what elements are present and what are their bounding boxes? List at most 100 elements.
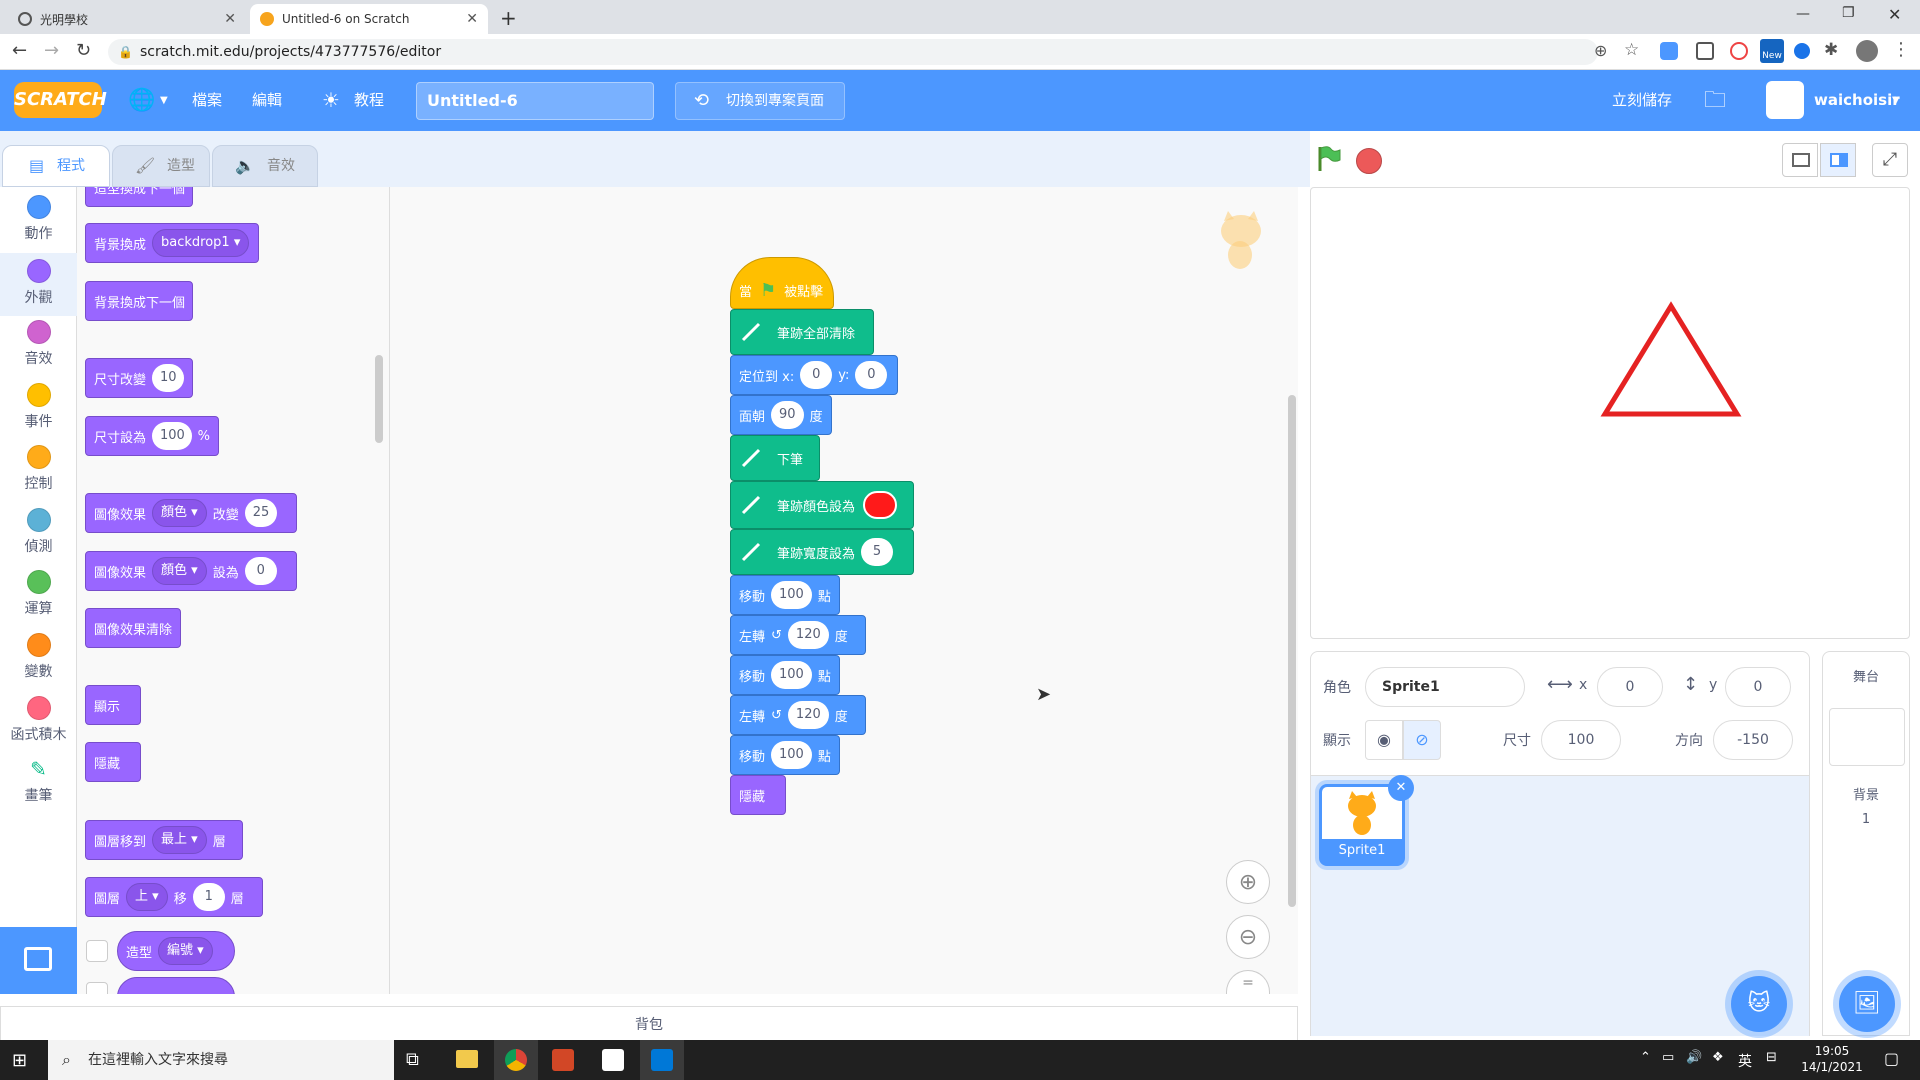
choose-sprite-button[interactable]: 🐱 [1731,976,1787,1032]
edit-menu[interactable]: 編輯 [252,70,282,131]
forward-icon[interactable]: → [44,40,59,61]
tab-code[interactable]: ▤ 程式 [2,145,110,187]
number-input[interactable]: 100 [152,422,192,450]
sprite-tile[interactable]: Sprite1 ✕ [1319,775,1414,866]
palette-block-set-effect[interactable]: 圖像效果 顏色 ▾ 設為 0 [85,551,297,591]
script-block-point-direction[interactable]: 面朝 90 度 [730,395,832,435]
script-block-hide[interactable]: 隱藏 [730,775,786,815]
restore-icon[interactable]: ❐ [1842,5,1855,21]
stop-icon[interactable] [1356,148,1382,174]
palette-block-go-to-layer[interactable]: 圖層移到 最上 ▾ 層 [85,820,243,860]
show-visible-button[interactable]: ◉ [1365,720,1403,760]
zoom-icon[interactable]: ⊕ [1594,41,1607,60]
palette-block-hide[interactable]: 隱藏 [85,742,141,782]
zoom-out-button[interactable]: ⊖ [1226,915,1270,959]
number-input[interactable]: 25 [244,499,278,527]
number-input[interactable]: 10 [152,364,185,392]
project-title-input[interactable]: Untitled-6 [416,82,654,120]
browser-tab-1[interactable]: 光明學校 ✕ [8,4,246,34]
see-project-page-button[interactable]: ⟲ 切換到專案頁面 [675,82,845,120]
profile-avatar-icon[interactable] [1856,40,1878,62]
number-input[interactable]: 90 [771,401,804,429]
clock[interactable]: 19:05 14/1/2021 [1800,1043,1864,1075]
extension-grid-icon[interactable] [1696,42,1714,60]
category-operators[interactable]: 運算 [0,570,77,628]
y-input[interactable]: 0 [1725,667,1791,707]
user-avatar[interactable] [1766,81,1804,119]
palette-block-change-effect[interactable]: 圖像效果 顏色 ▾ 改變 25 [85,493,297,533]
save-now-button[interactable]: 立刻儲存 [1612,70,1672,131]
number-input[interactable]: 100 [771,741,812,769]
script-block-when-flag-clicked[interactable]: 當 ⚑ 被點擊 [730,257,834,309]
minimize-icon[interactable]: — [1796,6,1810,22]
costume-dropdown[interactable]: 編號 ▾ [158,937,213,965]
palette-block-change-size[interactable]: 尺寸改變 10 [85,358,193,398]
url-field[interactable]: 🔒 scratch.mit.edu/projects/473777576/edi… [108,39,1598,65]
script-block-move[interactable]: 移動 100 點 [730,575,840,615]
category-variables[interactable]: 變數 [0,633,77,691]
effect-dropdown[interactable]: 顏色 ▾ [152,557,207,585]
x-input[interactable]: 0 [1597,667,1663,707]
taskbar-search-input[interactable]: ⌕ 在這裡輸入文字來搜尋 [48,1040,394,1080]
extension-icon[interactable] [1660,42,1678,60]
close-tab-icon[interactable]: ✕ [466,11,478,27]
choose-backdrop-button[interactable]: 🖼 [1839,976,1895,1032]
category-my-blocks[interactable]: 函式積木 [0,696,77,754]
palette-block-next-backdrop[interactable]: 背景換成下一個 [85,281,193,321]
back-icon[interactable]: ← [12,40,27,61]
show-hidden-button[interactable]: ⊘ [1403,720,1441,760]
close-window-icon[interactable]: ✕ [1888,5,1901,24]
volume-icon[interactable]: 🔊 [1686,1050,1702,1065]
ime-mode-icon[interactable]: ⊟ [1766,1050,1777,1065]
number-input[interactable]: 5 [861,538,894,566]
tab-costumes[interactable]: 🖌 造型 [112,145,210,187]
windows-start-icon[interactable]: ⊞ [12,1050,27,1071]
username-menu[interactable]: waichoisir [1814,70,1900,131]
fullscreen-icon[interactable]: ⤢ [1872,143,1908,177]
size-input[interactable]: 100 [1541,720,1621,760]
script-block-set-pen-size[interactable]: 筆跡寬度設為 5 [730,529,914,575]
category-events[interactable]: 事件 [0,383,77,441]
chrome-taskbar-button[interactable] [494,1040,538,1080]
number-input[interactable]: 100 [771,661,812,689]
backpack-bar[interactable]: 背包 [0,1006,1298,1044]
menu-dots-icon[interactable]: ⋮ [1892,39,1910,60]
layer-dropdown[interactable]: 最上 ▾ [152,826,207,854]
effect-dropdown[interactable]: 顏色 ▾ [152,499,207,527]
close-tab-icon[interactable]: ✕ [224,11,236,27]
sprite-name-input[interactable]: Sprite1 [1365,667,1525,707]
network-icon[interactable]: ▭ [1662,1050,1674,1065]
category-control[interactable]: 控制 [0,445,77,503]
new-tab-button[interactable]: + [500,6,517,30]
tray-chevron-icon[interactable]: ⌃ [1640,1050,1651,1065]
extension-blue-icon[interactable] [1794,43,1810,59]
stage-canvas[interactable] [1310,187,1910,639]
script-block-move[interactable]: 移動 100 點 [730,655,840,695]
my-stuff-folder-icon[interactable]: 🗀 [1704,70,1726,131]
category-looks[interactable]: 外觀 [0,253,77,316]
palette-block-switch-backdrop[interactable]: 背景換成 backdrop1 ▾ [85,223,259,263]
palette-scrollbar[interactable] [375,355,383,443]
category-sound[interactable]: 音效 [0,320,77,378]
tutorials-menu[interactable]: 教程 [354,70,384,131]
palette-block-costume-number[interactable]: 造型 編號 ▾ [117,931,235,971]
small-stage-button[interactable] [1782,143,1818,177]
puzzle-icon[interactable]: ✱ [1824,40,1838,60]
delete-sprite-icon[interactable]: ✕ [1388,775,1414,801]
monitor-checkbox[interactable] [86,940,108,962]
extension-red-icon[interactable] [1730,42,1748,60]
script-block-goto-xy[interactable]: 定位到 x: 0 y: 0 [730,355,898,395]
category-pen[interactable]: ✎ 畫筆 [0,757,77,815]
normal-stage-button[interactable] [1820,143,1856,177]
active-app-button[interactable] [640,1040,684,1080]
script-block-pen-clear[interactable]: 筆跡全部清除 [730,309,874,355]
number-input[interactable]: 100 [771,581,812,609]
number-input[interactable]: 120 [787,621,829,649]
zoom-in-button[interactable]: ⊕ [1226,860,1270,904]
stage-selector[interactable]: 舞台 背景 1 🖼 [1822,651,1910,1036]
powerpoint-icon[interactable] [552,1049,574,1071]
file-menu[interactable]: 檔案 [192,70,222,131]
script-block-set-pen-color[interactable]: 筆跡顏色設為 [730,481,914,529]
dropbox-icon[interactable]: ❖ [1712,1050,1724,1065]
pen-color-swatch[interactable] [863,491,898,519]
